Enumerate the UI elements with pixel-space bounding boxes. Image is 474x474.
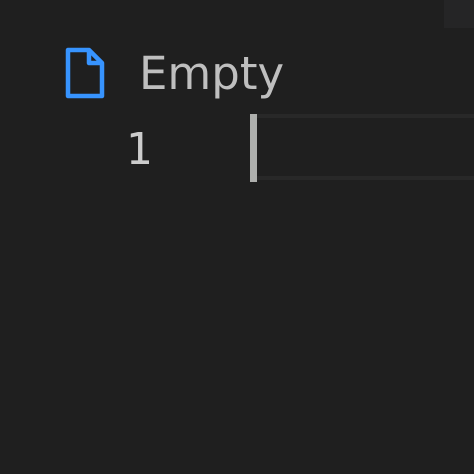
line-number: 1	[125, 124, 153, 175]
editor-pane: Empty 1	[0, 0, 474, 474]
file-icon	[65, 47, 105, 99]
text-cursor	[250, 114, 257, 182]
breadcrumb-file-name[interactable]: Empty	[139, 51, 284, 96]
corner-tab[interactable]	[444, 0, 474, 28]
breadcrumb[interactable]: Empty	[64, 44, 284, 102]
code-input[interactable]	[252, 118, 474, 176]
